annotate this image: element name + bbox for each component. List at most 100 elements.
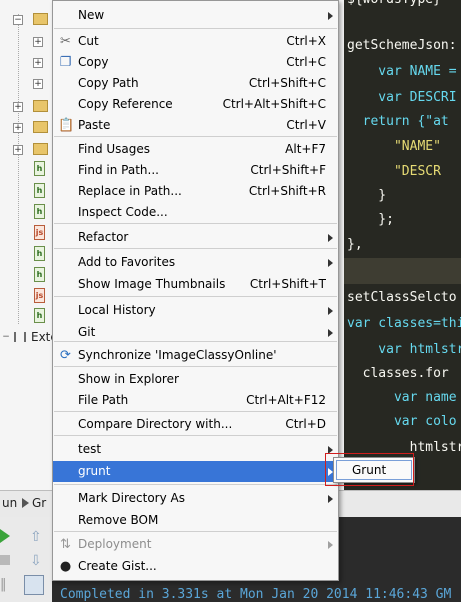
tree-row-folder[interactable]: + [0, 74, 52, 95]
code-editor[interactable]: ${wordsType} getSchemeJson: var NAME = va… [344, 0, 461, 490]
menu-separator [54, 248, 337, 249]
menu-item-copy[interactable]: ❐ Copy Ctrl+C [53, 52, 338, 73]
code-line: var NAME = [347, 64, 457, 79]
menu-item-label: Find in Path... [78, 163, 159, 177]
expand-toggle-icon[interactable]: + [13, 102, 23, 112]
menu-item-local-history[interactable]: Local History [53, 300, 338, 321]
menu-item-copy-reference[interactable]: Copy Reference Ctrl+Alt+Shift+C [53, 94, 338, 115]
menu-item-show-in-explorer[interactable]: Show in Explorer [53, 369, 338, 390]
menu-item-deployment: ⇅ Deployment [53, 534, 338, 555]
tree-row-folder[interactable]: + [0, 140, 52, 161]
menu-item-label: New [78, 8, 105, 22]
tree-row-folder[interactable]: + [0, 118, 52, 139]
menu-separator [54, 296, 337, 297]
menu-item-show-image-thumbnails[interactable]: Show Image Thumbnails Ctrl+Shift+T [53, 274, 338, 295]
current-line-highlight [344, 258, 461, 284]
code-line: var DESCRI [347, 90, 457, 105]
collapse-toggle-icon[interactable]: − [13, 15, 23, 25]
menu-item-grunt[interactable]: grunt [53, 461, 338, 482]
play-icon [22, 498, 29, 508]
tree-row-file[interactable]: h [0, 182, 52, 203]
tree-row-file[interactable]: h [0, 160, 52, 181]
menu-separator [54, 366, 337, 367]
menu-item-find-in-path[interactable]: Find in Path... Ctrl+Shift+F [53, 160, 338, 181]
menu-item-label: Copy Reference [78, 97, 173, 111]
menu-item-paste[interactable]: 📋 Paste Ctrl+V [53, 115, 338, 136]
menu-item-label: Create Gist... [78, 559, 157, 573]
sync-icon: ⟳ [60, 348, 71, 363]
menu-item-label: Deployment [78, 537, 152, 551]
menu-item-label: Find Usages [78, 142, 151, 156]
menu-item-shortcut: Ctrl+V [286, 118, 326, 132]
console-output: Completed in 3.331s at Mon Jan 20 2014 1… [60, 587, 452, 602]
tree-row-file[interactable]: h [0, 203, 52, 224]
menu-item-label: Refactor [78, 230, 129, 244]
tree-row-folder[interactable]: + [0, 53, 52, 74]
pause-icon[interactable]: ‖ [0, 577, 14, 592]
tree-row-file[interactable]: h [0, 266, 52, 287]
menu-item-add-to-favorites[interactable]: Add to Favorites [53, 252, 338, 273]
menu-item-create-gist[interactable]: ● Create Gist... [53, 556, 338, 577]
tree-row-file[interactable]: h [0, 245, 52, 266]
menu-item-cut[interactable]: ✂ Cut Ctrl+X [53, 31, 338, 52]
menu-item-label: Show Image Thumbnails [78, 277, 226, 291]
tree-row-file[interactable]: h [0, 307, 52, 328]
menu-item-replace-in-path[interactable]: Replace in Path... Ctrl+Shift+R [53, 181, 338, 202]
submenu-arrow-icon [328, 495, 333, 503]
tree-row-folder[interactable]: − [0, 10, 52, 31]
html-file-icon: h [34, 161, 45, 176]
js-file-icon: js [34, 288, 45, 303]
expand-toggle-icon[interactable]: + [33, 37, 43, 47]
grunt-tab[interactable]: Gr [32, 496, 46, 510]
down-arrow-icon[interactable]: ⇩ [30, 553, 44, 569]
menu-item-label: Paste [78, 118, 111, 132]
html-file-icon: h [34, 183, 45, 198]
expand-toggle-icon[interactable]: + [33, 58, 43, 68]
menu-item-label: Replace in Path... [78, 184, 182, 198]
menu-item-new[interactable]: New [53, 5, 338, 26]
menu-item-label: Copy [78, 55, 109, 69]
run-tab[interactable]: un [2, 496, 17, 510]
code-line: }; [347, 212, 394, 227]
expand-toggle-icon[interactable]: + [13, 145, 23, 155]
tree-row-folder[interactable]: + [0, 97, 52, 118]
menu-item-label: Synchronize 'ImageClassyOnline' [78, 348, 277, 362]
menu-item-compare-directory-with[interactable]: Compare Directory with... Ctrl+D [53, 414, 338, 435]
expand-toggle-icon[interactable]: + [33, 79, 43, 89]
rerun-icon[interactable] [0, 529, 10, 543]
menu-item-find-usages[interactable]: Find Usages Alt+F7 [53, 139, 338, 160]
expand-toggle-icon[interactable]: − [2, 333, 10, 342]
menu-item-label: Show in Explorer [78, 372, 179, 386]
code-line: var classes=thi [347, 316, 461, 331]
menu-item-file-path[interactable]: File Path Ctrl+Alt+F12 [53, 390, 338, 411]
menu-separator [54, 531, 337, 532]
tree-row-file[interactable]: js [0, 224, 52, 245]
menu-item-refactor[interactable]: Refactor [53, 227, 338, 248]
submenu-arrow-icon [328, 259, 333, 267]
submenu-arrow-icon [328, 541, 333, 549]
stop-icon[interactable] [0, 555, 10, 565]
tree-row-file[interactable]: js [0, 287, 52, 308]
menu-item-remove-bom[interactable]: Remove BOM [53, 510, 338, 531]
up-arrow-icon[interactable]: ⇧ [30, 529, 44, 545]
menu-item-mark-directory-as[interactable]: Mark Directory As [53, 488, 338, 509]
expand-toggle-icon[interactable]: + [13, 123, 23, 133]
tree-row-folder[interactable]: + [0, 32, 52, 53]
menu-item-shortcut: Ctrl+Shift+C [248, 76, 326, 90]
submenu-arrow-icon [328, 307, 333, 315]
menu-item-git[interactable]: Git [53, 322, 338, 343]
menu-item-label: test [78, 442, 102, 456]
scissors-icon: ✂ [60, 34, 71, 49]
submenu-arrow-icon [328, 329, 333, 337]
menu-item-inspect-code[interactable]: Inspect Code... [53, 202, 338, 223]
menu-item-copy-path[interactable]: Copy Path Ctrl+Shift+C [53, 73, 338, 94]
code-line: } [347, 188, 387, 203]
run-side-toolbar: ⇧ ⇩ ‖ [0, 517, 53, 602]
soft-wrap-icon[interactable] [24, 575, 44, 595]
menu-item-label: Add to Favorites [78, 255, 176, 269]
paste-icon: 📋 [58, 118, 75, 133]
menu-item-test[interactable]: test [53, 439, 338, 460]
menu-item-synchronize-imageclassyonline[interactable]: ⟳ Synchronize 'ImageClassyOnline' [53, 345, 338, 366]
code-line: "NAME" [347, 139, 441, 154]
menu-separator [54, 435, 337, 436]
